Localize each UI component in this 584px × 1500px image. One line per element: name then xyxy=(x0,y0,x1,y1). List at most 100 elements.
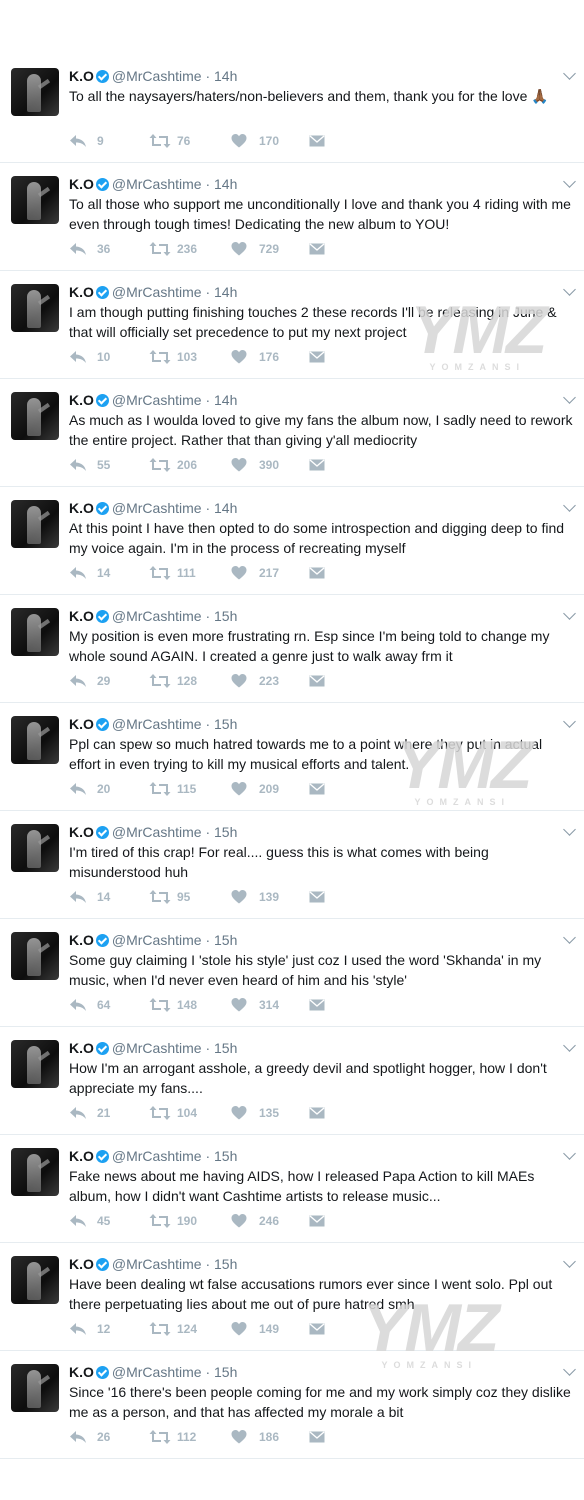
display-name[interactable]: K.O xyxy=(69,608,94,624)
tweet-timestamp[interactable]: 15h xyxy=(214,716,237,732)
retweet-count: 128 xyxy=(177,674,198,688)
chevron-down-icon[interactable] xyxy=(563,715,576,728)
chevron-down-icon[interactable] xyxy=(563,1363,576,1376)
tweet-actions: 14 111 217 xyxy=(69,565,369,581)
avatar[interactable] xyxy=(11,500,59,548)
chevron-down-icon[interactable] xyxy=(563,823,576,836)
user-handle[interactable]: @MrCashtime xyxy=(112,500,202,516)
avatar[interactable] xyxy=(11,284,59,332)
user-handle[interactable]: @MrCashtime xyxy=(112,1256,202,1272)
display-name[interactable]: K.O xyxy=(69,1148,94,1164)
tweet[interactable]: K.O @MrCashtime · 15h How I'm an arrogant … xyxy=(0,1027,584,1135)
display-name[interactable]: K.O xyxy=(69,176,94,192)
tweet-timestamp[interactable]: 14h xyxy=(214,500,237,516)
tweet[interactable]: K.O @MrCashtime · 15h Some guy claiming I … xyxy=(0,919,584,1027)
avatar[interactable] xyxy=(11,176,59,224)
tweet-timestamp[interactable]: 14h xyxy=(214,392,237,408)
tweet-timestamp[interactable]: 15h xyxy=(214,1364,237,1380)
user-handle[interactable]: @MrCashtime xyxy=(112,824,202,840)
tweet[interactable]: K.O @MrCashtime · 15h Have been dealing wt… xyxy=(0,1243,584,1351)
tweet-actions: 26 112 186 xyxy=(69,1429,369,1445)
tweet-text: As much as I woulda loved to give my fan… xyxy=(69,412,573,448)
reply-count: 55 xyxy=(97,458,111,472)
user-handle[interactable]: @MrCashtime xyxy=(112,176,202,192)
tweet[interactable]: K.O @MrCashtime · 15h My position is even … xyxy=(0,595,584,703)
avatar[interactable] xyxy=(11,1040,59,1088)
avatar[interactable] xyxy=(11,716,59,764)
tweet[interactable]: K.O @MrCashtime · 15h Ppl can spew so much… xyxy=(0,703,584,811)
chevron-down-icon[interactable] xyxy=(563,1147,576,1160)
avatar[interactable] xyxy=(11,392,59,440)
tweet[interactable]: K.O @MrCashtime · 14h At this point I have… xyxy=(0,487,584,595)
tweet-timestamp[interactable]: 15h xyxy=(214,1148,237,1164)
tweet-text: Fake news about me having AIDS, how I re… xyxy=(69,1168,535,1204)
avatar[interactable] xyxy=(11,1148,59,1196)
reply-count: 29 xyxy=(97,674,111,688)
tweet-timestamp[interactable]: 15h xyxy=(214,608,237,624)
like-count: 246 xyxy=(259,1214,280,1228)
chevron-down-icon[interactable] xyxy=(563,67,576,80)
retweet-count: 103 xyxy=(177,350,198,364)
user-handle[interactable]: @MrCashtime xyxy=(112,716,202,732)
avatar[interactable] xyxy=(11,1256,59,1304)
user-handle[interactable]: @MrCashtime xyxy=(112,1364,202,1380)
chevron-down-icon[interactable] xyxy=(563,175,576,188)
tweet-timestamp[interactable]: 15h xyxy=(214,932,237,948)
display-name[interactable]: K.O xyxy=(69,1364,94,1380)
avatar[interactable] xyxy=(11,932,59,980)
user-handle[interactable]: @MrCashtime xyxy=(112,1040,202,1056)
separator-dot: · xyxy=(201,1040,215,1056)
user-handle[interactable]: @MrCashtime xyxy=(112,68,202,84)
tweet-timestamp[interactable]: 14h xyxy=(214,284,237,300)
tweet-timestamp[interactable]: 14h xyxy=(214,68,237,84)
display-name[interactable]: K.O xyxy=(69,500,94,516)
tweet-timestamp[interactable]: 15h xyxy=(214,1040,237,1056)
tweet-actions: 64 148 314 xyxy=(69,997,369,1013)
tweet-text: How I'm an arrogant asshole, a greedy de… xyxy=(69,1060,547,1096)
user-handle[interactable]: @MrCashtime xyxy=(112,392,202,408)
reply-count: 36 xyxy=(97,242,111,256)
tweet-timestamp[interactable]: 15h xyxy=(214,824,237,840)
tweet[interactable]: K.O @MrCashtime · 15h Since '16 there's be… xyxy=(0,1351,584,1459)
avatar[interactable] xyxy=(11,68,59,116)
chevron-down-icon[interactable] xyxy=(563,283,576,296)
reply-count: 12 xyxy=(97,1322,111,1336)
retweet-count: 111 xyxy=(177,566,196,580)
user-handle[interactable]: @MrCashtime xyxy=(112,608,202,624)
avatar[interactable] xyxy=(11,608,59,656)
like-count: 186 xyxy=(259,1430,280,1444)
retweet-count: 104 xyxy=(177,1106,198,1120)
verified-badge-icon xyxy=(95,286,109,299)
display-name[interactable]: K.O xyxy=(69,392,94,408)
chevron-down-icon[interactable] xyxy=(563,931,576,944)
chevron-down-icon[interactable] xyxy=(563,1255,576,1268)
tweet[interactable]: K.O @MrCashtime · 15h I'm tired of this cr… xyxy=(0,811,584,919)
display-name[interactable]: K.O xyxy=(69,824,94,840)
chevron-down-icon[interactable] xyxy=(563,499,576,512)
tweet[interactable]: K.O @MrCashtime · 14h I am though putting … xyxy=(0,271,584,379)
user-handle[interactable]: @MrCashtime xyxy=(112,932,202,948)
tweet-timestamp[interactable]: 15h xyxy=(214,1256,237,1272)
tweet[interactable]: K.O @MrCashtime · 15h Fake news about me h… xyxy=(0,1135,584,1243)
tweet-text: My position is even more frustrating rn.… xyxy=(69,628,550,664)
avatar[interactable] xyxy=(11,824,59,872)
chevron-down-icon[interactable] xyxy=(563,607,576,620)
tweet-timestamp[interactable]: 14h xyxy=(214,176,237,192)
retweet-count: 112 xyxy=(177,1430,197,1444)
chevron-down-icon[interactable] xyxy=(563,1039,576,1052)
display-name[interactable]: K.O xyxy=(69,716,94,732)
chevron-down-icon[interactable] xyxy=(563,391,576,404)
display-name[interactable]: K.O xyxy=(69,1256,94,1272)
tweet[interactable]: K.O @MrCashtime · 14h To all the naysayers… xyxy=(0,55,584,163)
tweet[interactable]: K.O @MrCashtime · 14h As much as I woulda … xyxy=(0,379,584,487)
tweet-actions: 55 206 390 xyxy=(69,457,369,473)
display-name[interactable]: K.O xyxy=(69,68,94,84)
tweet[interactable]: K.O @MrCashtime · 14h To all those who sup… xyxy=(0,163,584,271)
user-handle[interactable]: @MrCashtime xyxy=(112,284,202,300)
display-name[interactable]: K.O xyxy=(69,1040,94,1056)
display-name[interactable]: K.O xyxy=(69,284,94,300)
display-name[interactable]: K.O xyxy=(69,932,94,948)
avatar[interactable] xyxy=(11,1364,59,1412)
user-handle[interactable]: @MrCashtime xyxy=(112,1148,202,1164)
separator-dot: · xyxy=(201,392,215,408)
